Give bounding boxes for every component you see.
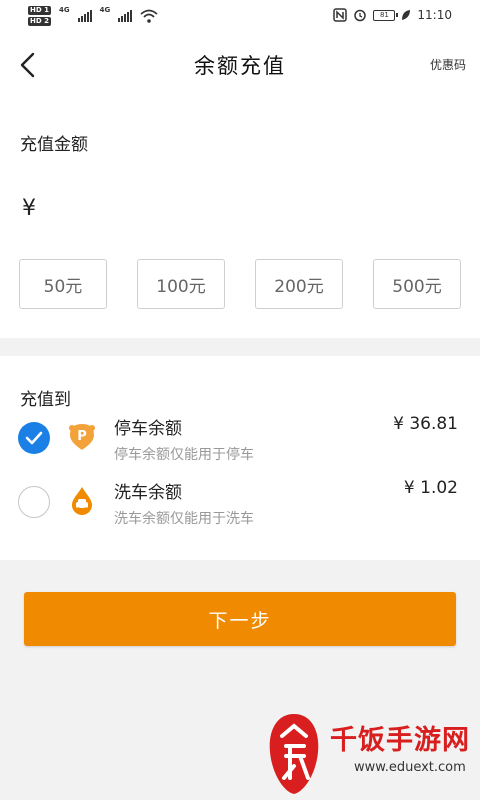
network-label-1: 4G [58,6,70,14]
amount-chip-500[interactable]: 500元 [373,259,461,309]
option-parking-balance[interactable]: P 停车余额 停车余额仅能用于停车 ¥ 36.81 [0,408,480,470]
hd2-label: HD 2 [28,17,51,26]
signal-icon [77,10,92,22]
alarm-icon [354,9,367,22]
clock-time: 11:10 [417,8,452,22]
car-wash-icon [72,487,92,515]
status-left: HD 1 HD 2 4G 4G [28,6,158,26]
nfc-icon [333,8,348,22]
status-right: 81 11:10 [333,8,452,22]
svg-text:P: P [77,429,87,444]
watermark: 千饭手游网 www.eduext.com [264,712,474,798]
leaf-icon [402,10,411,20]
recharge-target-section: 充值到 P 停车余额 停车余额仅能用于停车 ¥ 36.81 洗车余额 洗车余额仅… [0,356,480,560]
amount-label: 充值金额 [20,135,88,155]
watermark-url: www.eduext.com [354,760,466,775]
battery-level: 81 [379,10,389,19]
option-carwash-balance[interactable]: 洗车余额 洗车余额仅能用于洗车 ¥ 1.02 [0,474,480,536]
amount-chip-100[interactable]: 100元 [137,259,225,309]
battery-icon: 81 [373,9,399,21]
fan-logo-icon [269,714,319,794]
coupon-code-link[interactable]: 优惠码 [430,56,466,73]
nav-bar: 余额充值 优惠码 [0,36,480,94]
amount-chip-50[interactable]: 50元 [19,259,107,309]
option-desc: 停车余额仅能用于停车 [114,447,254,463]
option-balance: ¥ 36.81 [393,414,458,434]
option-desc: 洗车余额仅能用于洗车 [114,511,254,527]
amount-section: 充值金额 ¥ 50元 100元 200元 500元 [0,94,480,338]
watermark-title: 千饭手游网 [330,725,470,756]
target-label: 充值到 [20,390,71,410]
check-icon [25,431,43,445]
amount-chip-200[interactable]: 200元 [255,259,343,309]
amount-input[interactable] [46,194,446,228]
option-name: 洗车余额 [114,483,182,503]
network-label-2: 4G [99,6,111,14]
option-name: 停车余额 [114,419,182,439]
currency-symbol: ¥ [22,196,36,221]
page-title: 余额充值 [194,54,286,78]
radio-carwash-unselected[interactable] [18,486,50,518]
next-step-button[interactable]: 下一步 [24,592,456,646]
hd1-label: HD 1 [28,6,51,15]
option-balance: ¥ 1.02 [403,478,458,498]
parking-icon: P [69,424,95,450]
hd-indicators: HD 1 HD 2 [28,6,51,26]
status-bar: HD 1 HD 2 4G 4G 81 11:10 [0,0,480,36]
radio-parking-selected[interactable] [18,422,50,454]
signal-icon-2 [118,10,133,22]
wifi-icon [140,9,158,23]
